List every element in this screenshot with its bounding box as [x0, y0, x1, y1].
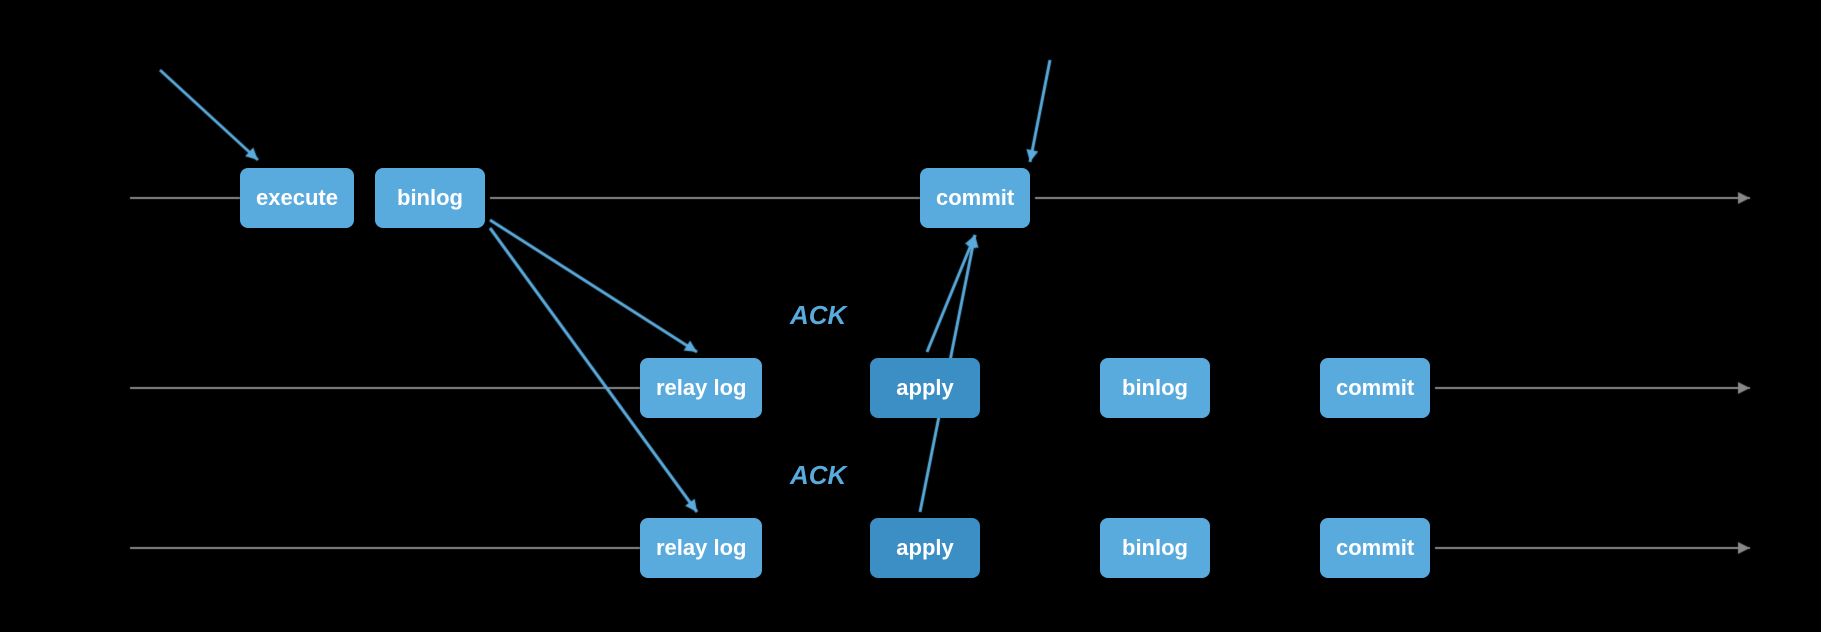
- ack1-label: ACK: [790, 300, 846, 331]
- binlog-1-box: binlog: [1100, 358, 1210, 418]
- apply-1-box: apply: [870, 358, 980, 418]
- apply-2-box: apply: [870, 518, 980, 578]
- commit-1-box: commit: [1320, 358, 1430, 418]
- binlog-primary-box: binlog: [375, 168, 485, 228]
- relay-log-2-box: relay log: [640, 518, 762, 578]
- commit-primary-box: commit: [920, 168, 1030, 228]
- ack2-label: ACK: [790, 460, 846, 491]
- binlog-2-box: binlog: [1100, 518, 1210, 578]
- relay-log-1-box: relay log: [640, 358, 762, 418]
- commit-2-box: commit: [1320, 518, 1430, 578]
- execute-box: execute: [240, 168, 354, 228]
